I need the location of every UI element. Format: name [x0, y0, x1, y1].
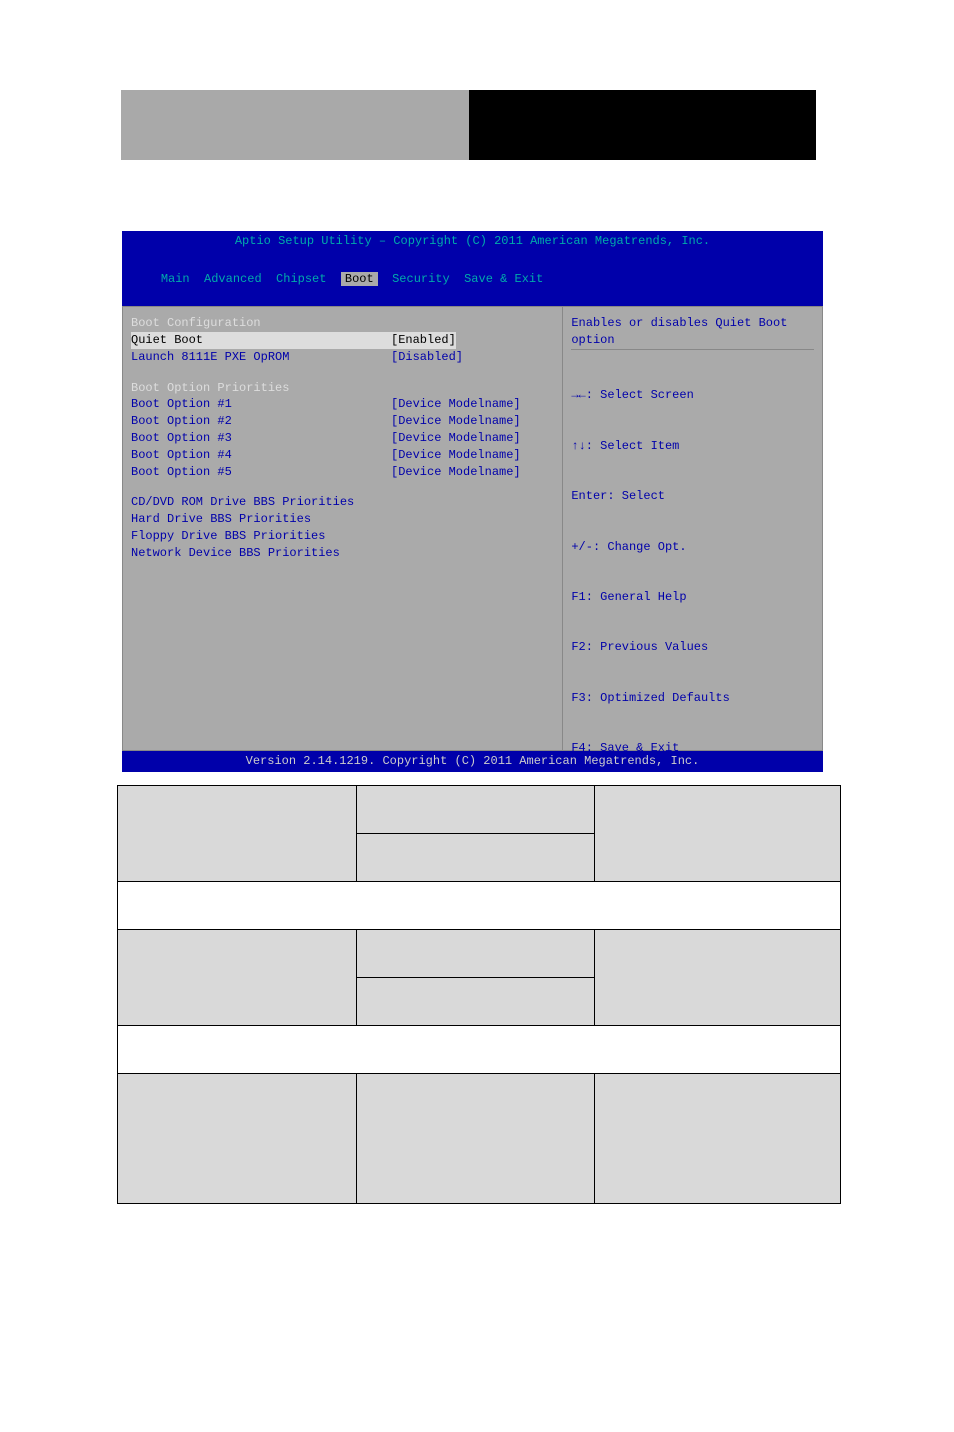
section-boot-config: Boot Configuration — [131, 315, 554, 332]
row-quiet-boot[interactable]: Quiet Boot[Enabled] — [131, 332, 554, 349]
boot-opt-2-label: Boot Option #2 — [131, 413, 391, 430]
boot-opt-1-value: [Device Modelname] — [391, 396, 521, 413]
row-boot-opt-2[interactable]: Boot Option #2[Device Modelname] — [131, 413, 554, 430]
table-row — [118, 786, 841, 834]
section-boot-priorities: Boot Option Priorities — [131, 380, 554, 397]
quiet-boot-label: Quiet Boot — [131, 332, 391, 349]
key-general-help: F1: General Help — [571, 589, 814, 606]
boot-opt-4-value: [Device Modelname] — [391, 447, 521, 464]
key-previous-values: F2: Previous Values — [571, 639, 814, 656]
table-row — [118, 1026, 841, 1074]
boot-opt-5-label: Boot Option #5 — [131, 464, 391, 481]
boot-opt-5-value: [Device Modelname] — [391, 464, 521, 481]
table-row — [118, 930, 841, 978]
tab-main[interactable]: Main — [161, 272, 190, 286]
key-change-opt: +/-: Change Opt. — [571, 539, 814, 556]
key-optimized-def: F3: Optimized Defaults — [571, 690, 814, 707]
help-text: Enables or disables Quiet Boot option — [571, 315, 814, 349]
quiet-boot-value: [Enabled] — [391, 332, 456, 349]
row-pxe-oprom[interactable]: Launch 8111E PXE OpROM[Disabled] — [131, 349, 554, 366]
boot-opt-3-value: [Device Modelname] — [391, 430, 521, 447]
boot-opt-1-label: Boot Option #1 — [131, 396, 391, 413]
header-left — [121, 90, 469, 160]
boot-opt-2-value: [Device Modelname] — [391, 413, 521, 430]
page-header-bar — [121, 90, 816, 160]
pxe-oprom-label: Launch 8111E PXE OpROM — [131, 349, 391, 366]
boot-opt-3-label: Boot Option #3 — [131, 430, 391, 447]
row-boot-opt-1[interactable]: Boot Option #1[Device Modelname] — [131, 396, 554, 413]
row-boot-opt-3[interactable]: Boot Option #3[Device Modelname] — [131, 430, 554, 447]
bbs-cd-dvd[interactable]: CD/DVD ROM Drive BBS Priorities — [131, 494, 554, 511]
bios-body: Boot Configuration Quiet Boot[Enabled] L… — [122, 306, 823, 751]
table-row — [118, 1074, 841, 1204]
doc-table — [117, 785, 841, 1204]
bios-menu-bar: Main Advanced Chipset Boot Security Save… — [122, 252, 823, 306]
tab-advanced[interactable]: Advanced — [204, 272, 262, 286]
header-right — [469, 90, 817, 160]
bios-screenshot: Aptio Setup Utility – Copyright (C) 2011… — [122, 231, 823, 741]
key-select-item: ↑↓: Select Item — [571, 438, 814, 455]
tab-boot[interactable]: Boot — [341, 272, 378, 286]
boot-opt-4-label: Boot Option #4 — [131, 447, 391, 464]
row-boot-opt-5[interactable]: Boot Option #5[Device Modelname] — [131, 464, 554, 481]
bbs-hard-drive[interactable]: Hard Drive BBS Priorities — [131, 511, 554, 528]
bios-left-pane: Boot Configuration Quiet Boot[Enabled] L… — [123, 307, 563, 750]
bbs-network[interactable]: Network Device BBS Priorities — [131, 545, 554, 562]
tab-save-exit[interactable]: Save & Exit — [464, 272, 543, 286]
key-enter: Enter: Select — [571, 488, 814, 505]
pxe-oprom-value: [Disabled] — [391, 349, 463, 366]
tab-security[interactable]: Security — [392, 272, 450, 286]
bios-title: Aptio Setup Utility – Copyright (C) 2011… — [122, 231, 823, 252]
row-boot-opt-4[interactable]: Boot Option #4[Device Modelname] — [131, 447, 554, 464]
bios-right-pane: Enables or disables Quiet Boot option →←… — [563, 307, 822, 750]
table-row — [118, 882, 841, 930]
bbs-floppy[interactable]: Floppy Drive BBS Priorities — [131, 528, 554, 545]
key-select-screen: →←: Select Screen — [571, 387, 814, 404]
tab-chipset[interactable]: Chipset — [276, 272, 326, 286]
